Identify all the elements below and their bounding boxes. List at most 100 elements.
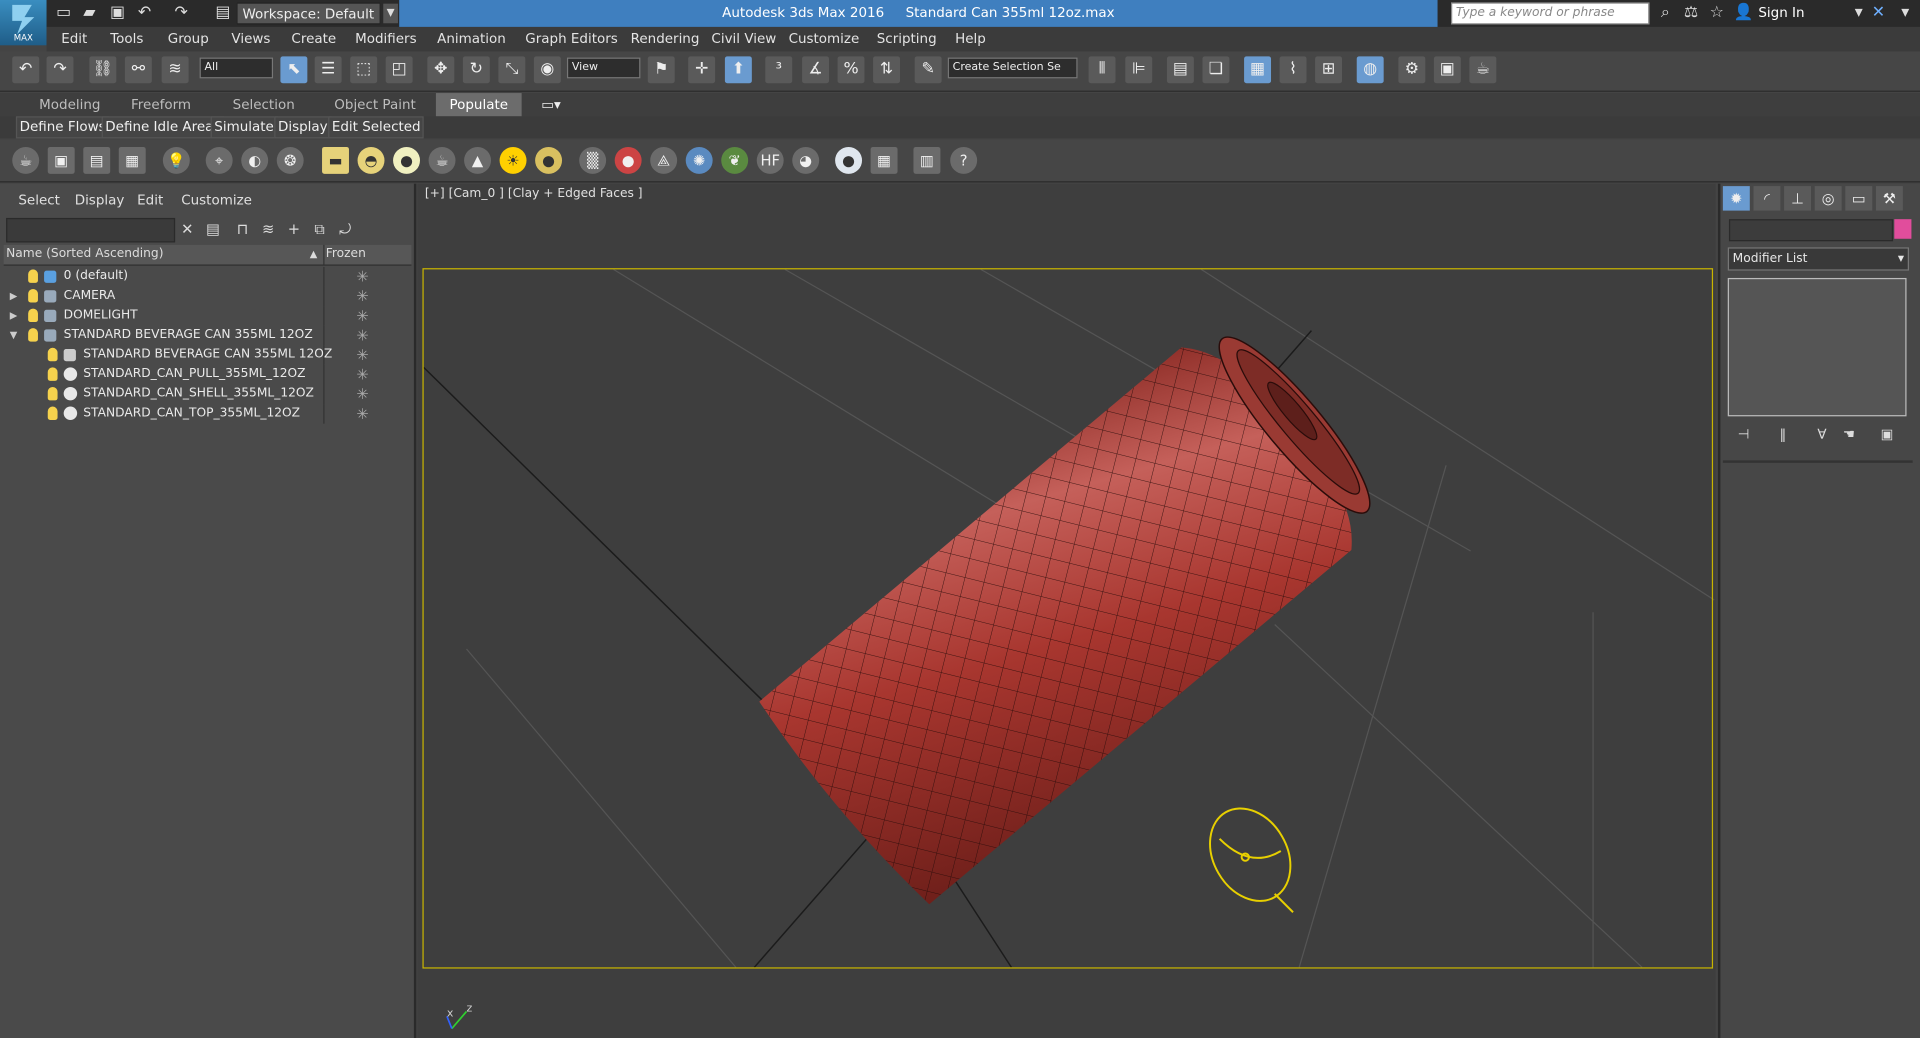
menu-scripting[interactable]: Scripting bbox=[877, 27, 937, 51]
project-folder-icon[interactable]: ▤ bbox=[213, 4, 233, 24]
window-crossing-icon[interactable]: ◰ bbox=[385, 56, 413, 84]
search-input[interactable]: Type a keyword or phrase bbox=[1451, 2, 1650, 25]
scene-menu-select[interactable]: Select bbox=[18, 192, 60, 208]
plane-primitive-icon[interactable]: ▬ bbox=[322, 146, 349, 174]
display-tab-icon[interactable]: ▭ bbox=[1845, 186, 1873, 211]
expand-arrow-icon[interactable]: ▶ bbox=[10, 306, 18, 326]
render-sphere-icon[interactable]: ● bbox=[835, 146, 863, 174]
curve-editor-icon[interactable]: ⌇ bbox=[1279, 56, 1307, 84]
foliage-icon[interactable]: ❦ bbox=[721, 146, 749, 174]
app-logo-button[interactable]: MAX bbox=[0, 0, 47, 46]
select-manipulate-icon[interactable]: ✛ bbox=[688, 56, 716, 84]
visibility-bulb-icon[interactable] bbox=[28, 288, 38, 303]
scene-search-input[interactable] bbox=[6, 217, 176, 243]
menu-help[interactable]: Help bbox=[955, 27, 986, 51]
select-children-icon[interactable]: ⤾ bbox=[337, 220, 354, 237]
utilities-tab-icon[interactable]: ⚒ bbox=[1875, 186, 1903, 211]
sign-in-dropdown-icon[interactable]: ▾ bbox=[1849, 4, 1869, 24]
half-sphere-icon[interactable]: ◐ bbox=[241, 146, 269, 174]
frozen-icon[interactable]: ✳ bbox=[356, 306, 368, 326]
bind-space-warp-icon[interactable]: ≋ bbox=[161, 56, 189, 84]
menu-create[interactable]: Create bbox=[291, 27, 336, 51]
ribbon-options-icon[interactable]: ▭▾ bbox=[541, 93, 560, 116]
favorites-star-icon[interactable]: ☆ bbox=[1707, 4, 1727, 24]
teapot-primitive-icon[interactable]: ☕ bbox=[428, 146, 456, 174]
camera-icon[interactable]: ⌖ bbox=[205, 146, 233, 174]
scene-row-can-group[interactable]: STANDARD BEVERAGE CAN 355ML 12OZ ✳ bbox=[4, 345, 412, 365]
displace-icon[interactable]: ⟁ bbox=[650, 146, 678, 174]
simulate-button[interactable]: Simulate bbox=[210, 116, 278, 139]
define-flows-button[interactable]: Define Flows bbox=[15, 116, 110, 139]
scene-row-can-layer[interactable]: ▼ STANDARD BEVERAGE CAN 355ML 12OZ ✳ bbox=[4, 325, 412, 346]
create-tab-icon[interactable]: ✹ bbox=[1722, 186, 1750, 211]
configure-sets-icon[interactable]: ▣ bbox=[1878, 426, 1895, 443]
rendered-frame-window-icon[interactable]: ▣ bbox=[1433, 56, 1461, 84]
layer-manager-icon[interactable]: ▤ bbox=[83, 146, 111, 174]
teapot-icon[interactable]: ☕ bbox=[12, 146, 40, 174]
menu-graph-editors[interactable]: Graph Editors bbox=[525, 27, 617, 51]
scene-row-default-layer[interactable]: 0 (default) ✳ bbox=[4, 266, 412, 287]
tab-selection[interactable]: Selection bbox=[233, 93, 295, 116]
frozen-icon[interactable]: ✳ bbox=[356, 326, 368, 346]
frozen-icon[interactable]: ✳ bbox=[356, 267, 368, 287]
visibility-bulb-icon[interactable] bbox=[28, 269, 38, 283]
select-and-link-icon[interactable]: ⛓ bbox=[89, 56, 117, 84]
menu-civil-view[interactable]: Civil View bbox=[711, 27, 776, 51]
tab-freeform[interactable]: Freeform bbox=[131, 93, 191, 116]
cone-primitive-icon[interactable]: ▲ bbox=[464, 146, 492, 174]
tab-populate[interactable]: Populate bbox=[435, 93, 522, 117]
sphere-primitive-icon[interactable]: ● bbox=[393, 146, 421, 174]
workspace-dropdown[interactable]: Workspace: Default bbox=[236, 2, 381, 25]
select-and-move-icon[interactable]: ✥ bbox=[427, 56, 455, 84]
expand-arrow-icon[interactable]: ▶ bbox=[10, 287, 18, 307]
mirror-icon[interactable]: ⫴ bbox=[1088, 56, 1116, 84]
define-idle-areas-button[interactable]: Define Idle Areas bbox=[101, 116, 225, 139]
save-file-icon[interactable]: ▣ bbox=[108, 4, 128, 24]
remove-modifier-icon[interactable]: ☚ bbox=[1840, 426, 1857, 443]
menu-edit[interactable]: Edit bbox=[61, 27, 87, 51]
cloth-icon[interactable]: ▒ bbox=[579, 146, 607, 174]
align-icon[interactable]: ⊫ bbox=[1125, 56, 1153, 84]
batch-render-icon[interactable]: ▥ bbox=[913, 146, 941, 174]
light-bulb-icon[interactable]: 💡 bbox=[162, 146, 190, 174]
pin-stack-icon[interactable]: ⊣ bbox=[1735, 426, 1752, 443]
scene-row-domelight-layer[interactable]: ▶ DOMELIGHT ✳ bbox=[4, 306, 412, 326]
workspace-menu-icon[interactable]: ▾ bbox=[383, 3, 398, 24]
frozen-icon[interactable]: ✳ bbox=[356, 365, 368, 385]
add-layer-icon[interactable]: ≋ bbox=[260, 220, 277, 237]
visibility-bulb-icon[interactable] bbox=[28, 308, 38, 323]
scene-menu-customize[interactable]: Customize bbox=[181, 192, 252, 208]
frozen-icon[interactable]: ✳ bbox=[356, 345, 368, 365]
angle-snap-icon[interactable]: ∡ bbox=[802, 56, 829, 84]
object-color-swatch[interactable] bbox=[1894, 219, 1912, 239]
select-and-place-icon[interactable]: ◉ bbox=[533, 56, 561, 84]
keyboard-shortcut-override-icon[interactable]: ⬆ bbox=[724, 56, 752, 84]
grid-table-icon[interactable]: ▦ bbox=[118, 146, 146, 174]
menu-rendering[interactable]: Rendering bbox=[631, 27, 700, 51]
sign-in-link[interactable]: Sign In bbox=[1758, 0, 1804, 27]
environment-icon[interactable]: ✺ bbox=[685, 146, 713, 174]
subscription-icon[interactable]: ⚖ bbox=[1681, 4, 1701, 24]
scene-menu-display[interactable]: Display bbox=[75, 192, 125, 208]
named-selection-dropdown[interactable]: Create Selection Se bbox=[947, 57, 1078, 79]
material-sphere-icon[interactable]: ◕ bbox=[792, 146, 820, 174]
show-end-result-icon[interactable]: ‖ bbox=[1774, 426, 1791, 443]
hierarchy-tab-icon[interactable]: ⊥ bbox=[1784, 186, 1812, 211]
sky-light-icon[interactable]: ● bbox=[535, 146, 563, 174]
redo-quick-icon[interactable]: ↷ bbox=[171, 4, 191, 24]
snaps-toggle-icon[interactable]: ³ bbox=[765, 56, 793, 84]
user-icon[interactable]: 👤 bbox=[1734, 4, 1754, 24]
visibility-bulb-icon[interactable] bbox=[47, 347, 58, 362]
search-binoculars-icon[interactable]: ⌕ bbox=[1656, 4, 1676, 24]
visibility-bulb-icon[interactable] bbox=[47, 406, 58, 421]
rectangular-selection-icon[interactable]: ⬚ bbox=[350, 56, 378, 84]
help-icon[interactable]: ? bbox=[950, 146, 978, 174]
create-new-layer-icon[interactable]: + bbox=[285, 220, 302, 237]
scene-row-can-top[interactable]: STANDARD_CAN_TOP_355ML_12OZ ✳ bbox=[4, 404, 412, 424]
unlink-icon[interactable]: ⚯ bbox=[124, 56, 152, 84]
object-name-field[interactable] bbox=[1728, 219, 1894, 242]
frozen-icon[interactable]: ✳ bbox=[356, 384, 368, 404]
dome-primitive-icon[interactable]: ◓ bbox=[357, 146, 385, 174]
render-setup-icon[interactable]: ⚙ bbox=[1398, 56, 1426, 84]
selection-filter-dropdown[interactable]: All bbox=[199, 57, 274, 79]
